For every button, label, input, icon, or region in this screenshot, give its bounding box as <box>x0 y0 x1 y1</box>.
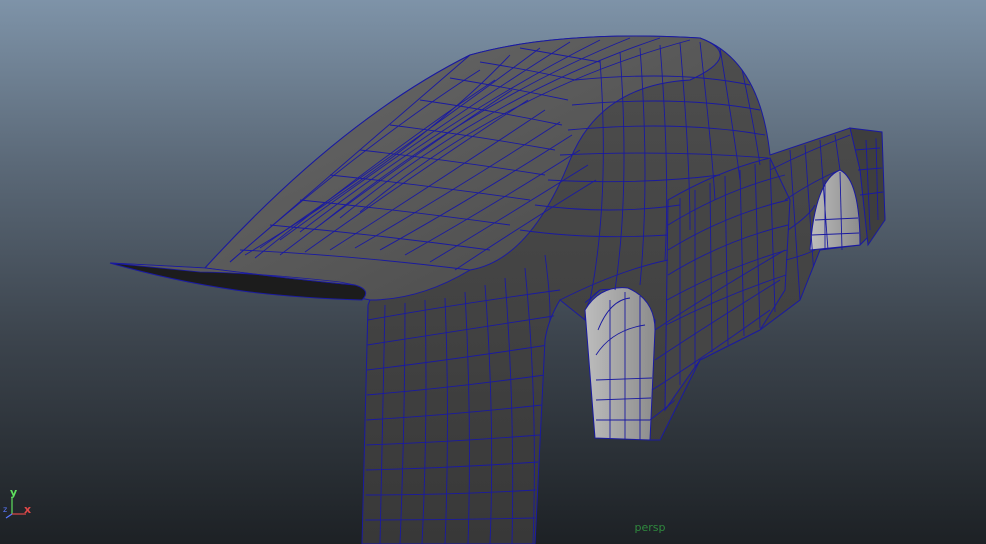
perspective-viewport[interactable]: y x z persp <box>0 0 986 544</box>
camera-name-label: persp <box>634 521 666 534</box>
axis-gizmo: y x z <box>2 486 42 520</box>
car-body-mesh[interactable] <box>0 0 986 544</box>
axis-z-label: z <box>3 505 8 514</box>
axis-x-label: x <box>24 503 32 516</box>
axis-y-label: y <box>10 486 18 499</box>
axis-z-line <box>5 513 13 519</box>
rear-wheel-well <box>584 287 656 441</box>
